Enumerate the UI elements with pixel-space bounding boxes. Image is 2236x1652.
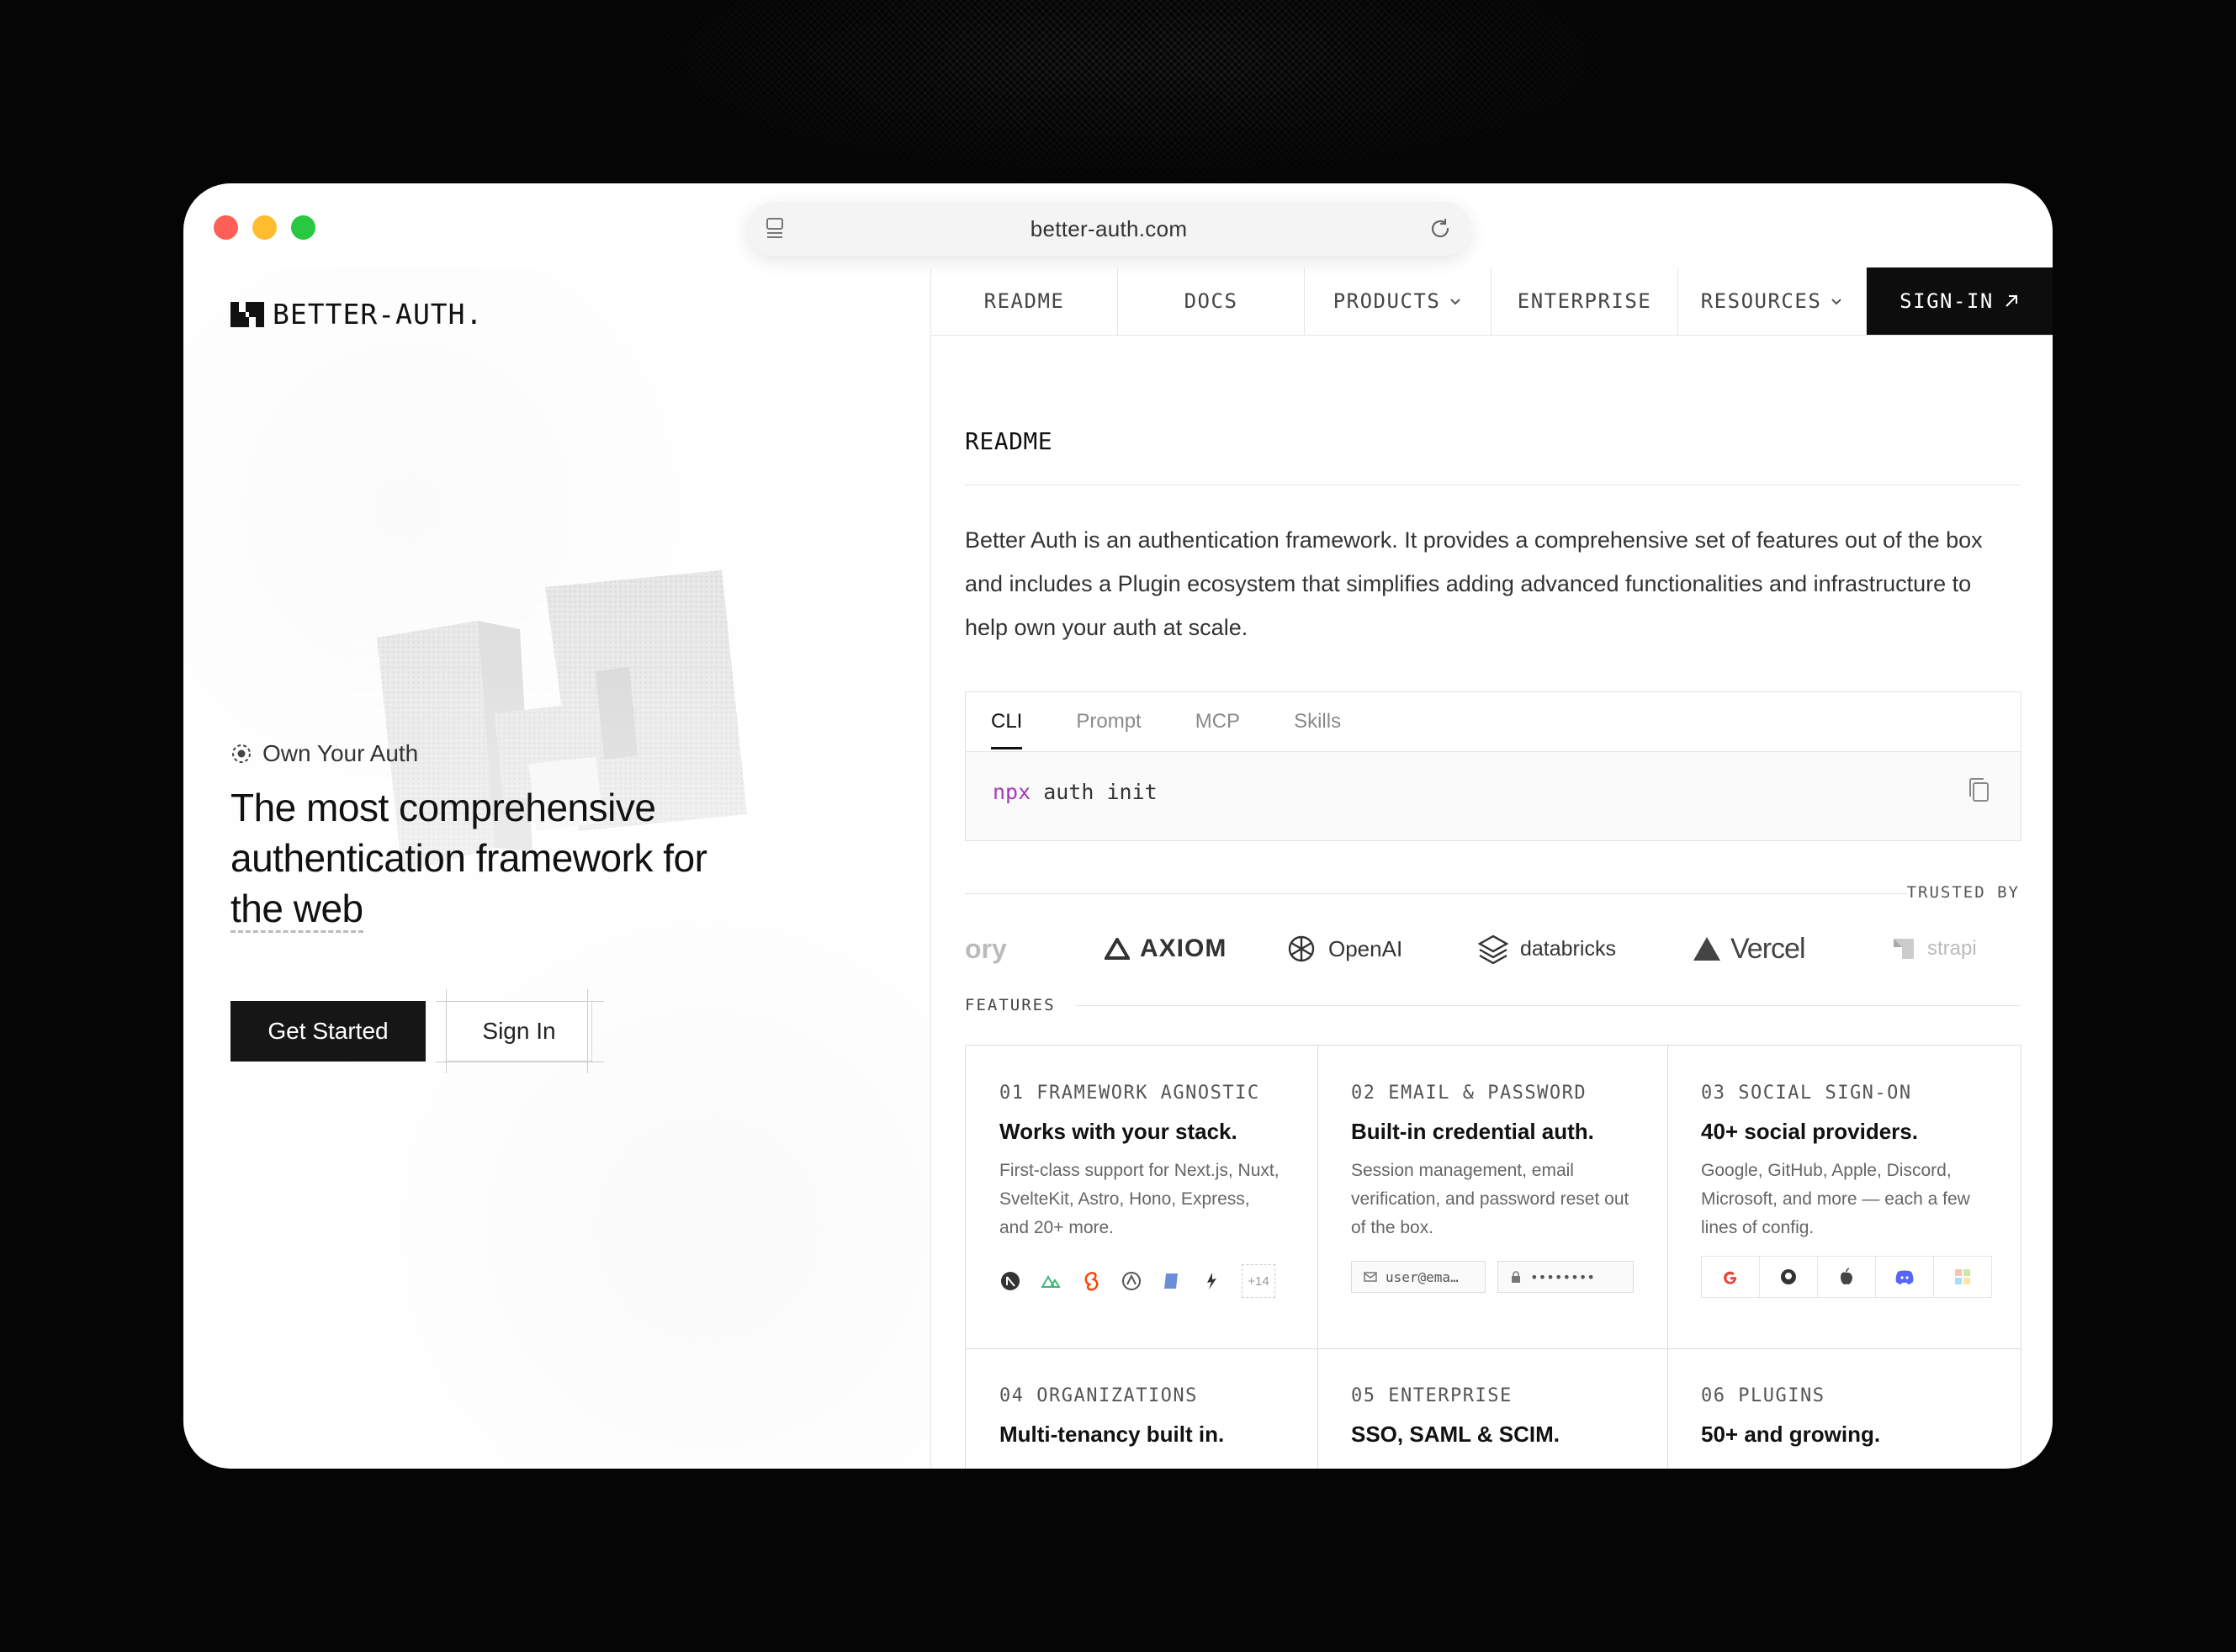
hero-headline-text: The most comprehensive authentication fr… bbox=[230, 786, 707, 880]
vercel-icon bbox=[1693, 937, 1720, 961]
github-provider bbox=[1759, 1256, 1818, 1298]
github-icon bbox=[1781, 1269, 1796, 1284]
minimize-window-button[interactable] bbox=[252, 215, 277, 240]
google-provider bbox=[1701, 1256, 1760, 1298]
browser-window: better-auth.com BETTER-AUTH. Own Your Au… bbox=[183, 183, 2053, 1469]
hono-icon bbox=[1207, 1273, 1216, 1289]
feature-card-enterprise[interactable]: 05 ENTERPRISE SSO, SAML & SCIM. bbox=[1317, 1348, 1667, 1469]
logo-databricks: databricks bbox=[1476, 932, 1616, 966]
tab-overview-icon[interactable] bbox=[766, 217, 784, 239]
discord-icon bbox=[1895, 1270, 1914, 1284]
logo-ory: ory bbox=[965, 933, 1007, 964]
chevron-down-icon bbox=[1450, 299, 1461, 305]
mail-icon bbox=[1364, 1272, 1377, 1282]
readme-description: Better Auth is an authentication framewo… bbox=[965, 527, 1983, 640]
address-bar[interactable]: better-auth.com bbox=[747, 202, 1470, 256]
feature-card-email-password[interactable]: 02 EMAIL & PASSWORD Built-in credential … bbox=[1317, 1046, 1667, 1348]
openai-icon bbox=[1288, 935, 1315, 962]
tab-prompt[interactable]: Prompt bbox=[1076, 692, 1141, 751]
remix-icon bbox=[1164, 1273, 1178, 1289]
sign-in-button[interactable]: Sign In bbox=[446, 1001, 592, 1062]
feature-card-plugins[interactable]: 06 PLUGINS 50+ and growing. bbox=[1667, 1348, 2021, 1469]
window-controls bbox=[214, 215, 315, 240]
nextjs-icon bbox=[1001, 1272, 1020, 1290]
tab-mcp[interactable]: MCP bbox=[1195, 692, 1240, 751]
apple-icon bbox=[1841, 1268, 1852, 1284]
microsoft-icon bbox=[1955, 1269, 1970, 1284]
install-command[interactable]: npx auth init bbox=[993, 780, 1158, 804]
feature-card-framework[interactable]: 01 FRAMEWORK AGNOSTIC Works with your st… bbox=[966, 1046, 1317, 1348]
features-grid: 01 FRAMEWORK AGNOSTIC Works with your st… bbox=[965, 1045, 2021, 1469]
social-provider-icons bbox=[1701, 1256, 1992, 1298]
nav-docs[interactable]: DOCS bbox=[1118, 267, 1305, 335]
brand-name: BETTER-AUTH. bbox=[273, 298, 484, 331]
nav-enterprise[interactable]: ENTERPRISE bbox=[1492, 267, 1678, 335]
url-text[interactable]: better-auth.com bbox=[1031, 216, 1188, 242]
astro-icon bbox=[1122, 1272, 1141, 1290]
readme-heading: README bbox=[965, 427, 1053, 455]
apple-provider bbox=[1817, 1256, 1876, 1298]
background-texture bbox=[589, 0, 1682, 193]
nav-sign-in-button[interactable]: SIGN-IN bbox=[1867, 267, 2053, 335]
target-icon bbox=[232, 744, 251, 763]
hero-panel: BETTER-AUTH. Own Your Auth The most comp… bbox=[183, 267, 930, 1469]
trusted-logos: ory AXIOM OpenAI databricks Vercel strap… bbox=[965, 924, 2020, 974]
microsoft-provider bbox=[1933, 1256, 1992, 1298]
arrow-up-right-icon bbox=[2006, 295, 2017, 307]
maximize-window-button[interactable] bbox=[291, 215, 315, 240]
axiom-icon bbox=[1105, 938, 1130, 960]
close-window-button[interactable] bbox=[214, 215, 238, 240]
email-field-preview: user@ema… bbox=[1351, 1261, 1486, 1293]
install-command-box: CLI Prompt MCP Skills npx auth init bbox=[965, 691, 2021, 841]
reload-icon[interactable] bbox=[1428, 217, 1452, 241]
nuxt-icon bbox=[1041, 1275, 1061, 1288]
hero-headline: The most comprehensive authentication fr… bbox=[230, 782, 769, 934]
tab-skills[interactable]: Skills bbox=[1294, 692, 1341, 751]
discord-provider bbox=[1875, 1256, 1934, 1298]
more-frameworks-badge: +14 bbox=[1242, 1264, 1275, 1298]
get-started-button[interactable]: Get Started bbox=[230, 1001, 426, 1062]
install-tabs: CLI Prompt MCP Skills bbox=[966, 692, 2021, 752]
credential-fields-preview: user@ema… •••••••• bbox=[1351, 1261, 1634, 1293]
logo-openai: OpenAI bbox=[1285, 932, 1402, 966]
readme-divider bbox=[965, 484, 2020, 485]
chevron-down-icon bbox=[1831, 299, 1841, 305]
google-icon bbox=[1724, 1271, 1737, 1284]
lock-icon bbox=[1512, 1271, 1520, 1283]
top-navigation: README DOCS PRODUCTS ENTERPRISE RESOURCE… bbox=[931, 267, 2053, 336]
hero-headline-underlined: the web bbox=[230, 887, 363, 933]
nav-readme[interactable]: README bbox=[931, 267, 1118, 335]
feature-card-organizations[interactable]: 04 ORGANIZATIONS Multi-tenancy built in. bbox=[966, 1348, 1317, 1469]
framework-icons: +14 bbox=[999, 1264, 1275, 1298]
hero-eyebrow: Own Your Auth bbox=[230, 740, 418, 767]
tab-cli[interactable]: CLI bbox=[991, 692, 1023, 751]
databricks-icon bbox=[1477, 935, 1509, 965]
logo-strapi: strapi bbox=[1890, 935, 1977, 962]
content-panel: README DOCS PRODUCTS ENTERPRISE RESOURCE… bbox=[930, 267, 2053, 1469]
svelte-icon bbox=[1084, 1272, 1099, 1291]
copy-icon[interactable] bbox=[1967, 776, 1990, 803]
hero-eyebrow-text: Own Your Auth bbox=[262, 740, 419, 766]
better-auth-logo-icon bbox=[230, 301, 264, 327]
logo-axiom: AXIOM bbox=[1105, 935, 1227, 963]
strapi-icon bbox=[1894, 939, 1914, 959]
logo-vercel: Vercel bbox=[1693, 933, 1805, 966]
password-field-preview: •••••••• bbox=[1497, 1261, 1634, 1293]
nav-resources[interactable]: RESOURCES bbox=[1678, 267, 1867, 335]
feature-card-social[interactable]: 03 SOCIAL SIGN-ON 40+ social providers. … bbox=[1667, 1046, 2021, 1348]
features-label: FEATURES bbox=[965, 996, 1056, 1014]
trusted-by-label: TRUSTED BY bbox=[1906, 883, 2020, 902]
nav-products[interactable]: PRODUCTS bbox=[1305, 267, 1492, 335]
brand-logo[interactable]: BETTER-AUTH. bbox=[230, 298, 483, 331]
